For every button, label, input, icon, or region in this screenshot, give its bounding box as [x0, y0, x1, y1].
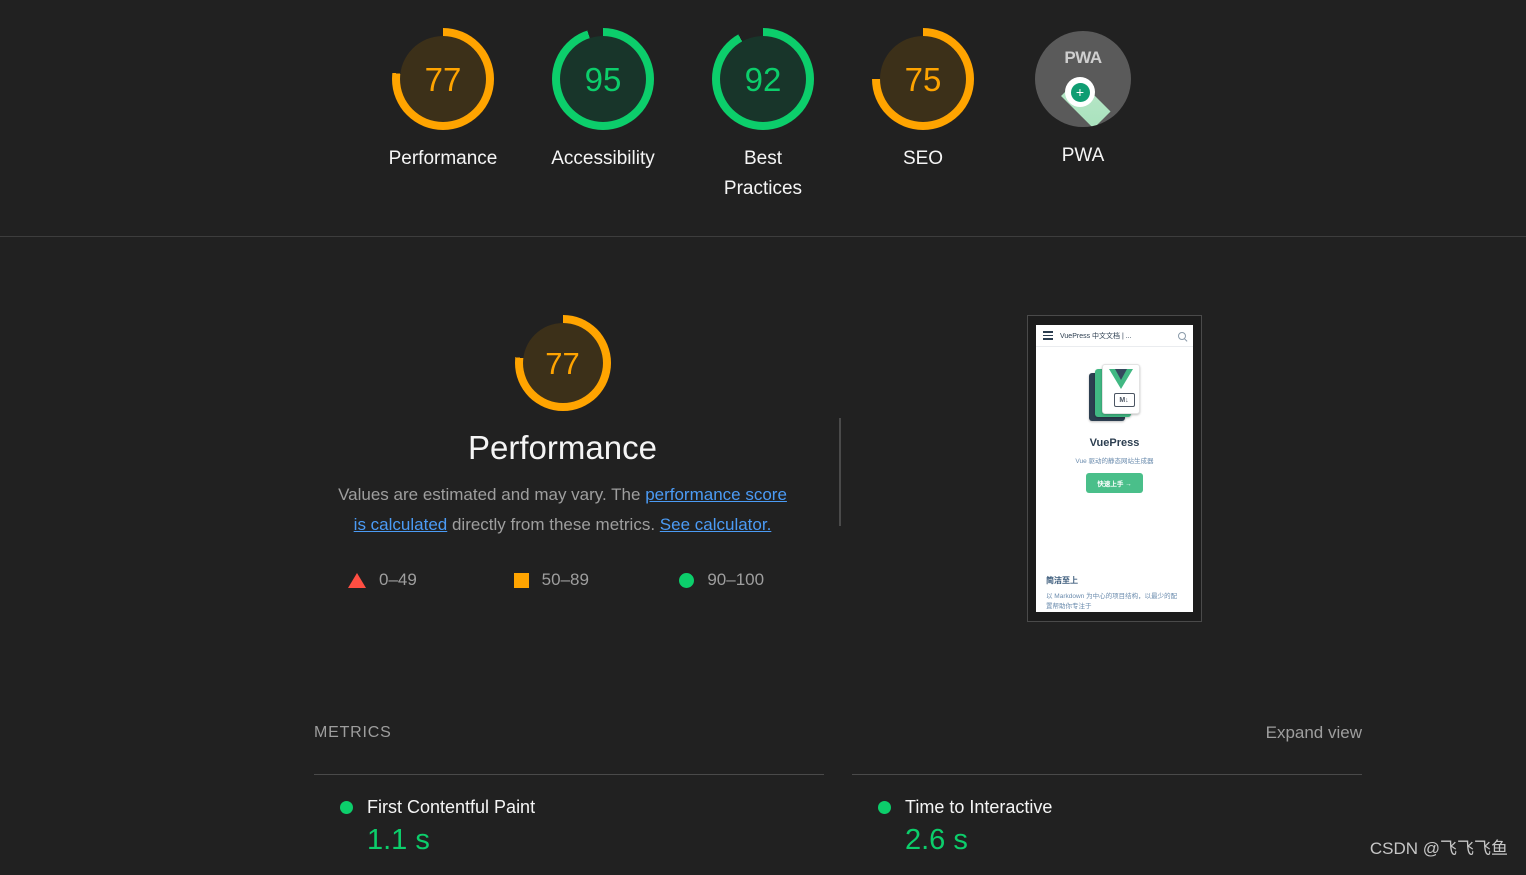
- markdown-badge-icon: M↓: [1113, 393, 1135, 407]
- metrics-grid: First Contentful Paint 1.1 s Time to Int…: [314, 774, 1362, 857]
- square-icon: [513, 572, 529, 588]
- score-legend: 0–49 50–89 90–100: [314, 570, 811, 590]
- thumbnail-page-render: VuePress 中文文档 | ... M↓ VuePress Vue 驱动的静…: [1036, 325, 1193, 612]
- page-thumbnail: VuePress 中文文档 | ... M↓ VuePress Vue 驱动的静…: [1027, 315, 1202, 622]
- gauge-icon: 77: [392, 28, 494, 130]
- score-label: Performance: [388, 148, 498, 169]
- metric-item-tti[interactable]: Time to Interactive 2.6 s: [852, 774, 1362, 857]
- metric-label: First Contentful Paint: [367, 797, 536, 817]
- metric-label: Time to Interactive: [905, 797, 1053, 817]
- performance-description: Values are estimated and may vary. The p…: [314, 480, 811, 540]
- score-label: Best Practices: [723, 148, 803, 200]
- score-label: PWA: [1061, 145, 1105, 166]
- main-content: 77 Performance Values are estimated and …: [0, 237, 1526, 874]
- pwa-plus-circle: +: [1065, 77, 1095, 107]
- score-item-seo[interactable]: 75 SEO: [869, 28, 977, 174]
- metric-value: 1.1 s: [367, 824, 430, 856]
- score-value: 92: [744, 60, 782, 98]
- legend-item-fail: 0–49: [314, 570, 480, 590]
- expand-view-button[interactable]: Expand view: [1266, 723, 1362, 743]
- thumbnail-tagline: Vue 驱动的静态网站生成器: [1075, 458, 1154, 465]
- circle-icon: [679, 572, 695, 588]
- thumbnail-hero: M↓ VuePress Vue 驱动的静态网站生成器 快速上手 →: [1036, 347, 1193, 566]
- performance-score-value: 77: [545, 345, 580, 381]
- thumbnail-feature: 简洁至上 以 Markdown 为中心的项目结构，以最少的配置帮助你专注于: [1036, 566, 1193, 612]
- plus-icon: +: [1070, 82, 1090, 102]
- csdn-watermark: CSDN @飞飞飞鱼: [1369, 839, 1508, 858]
- metrics-section: METRICS Expand view First Contentful Pai…: [314, 723, 1362, 857]
- vue-logo-inner: [1114, 369, 1127, 380]
- legend-label: 50–89: [541, 570, 589, 589]
- score-item-best-practices[interactable]: 92 Best Practices: [709, 28, 817, 205]
- hamburger-menu-icon: [1043, 331, 1053, 340]
- page-title: Performance: [468, 429, 657, 466]
- metrics-header: METRICS Expand view: [314, 723, 1362, 743]
- performance-category-block: 77 Performance Values are estimated and …: [314, 315, 811, 590]
- description-text-2: directly from these metrics.: [447, 515, 660, 534]
- gauge-icon: 95: [552, 28, 654, 130]
- status-circle-icon: [340, 801, 353, 814]
- legend-label: 0–49: [379, 570, 417, 589]
- legend-label: 90–100: [707, 570, 765, 589]
- score-label: Accessibility: [551, 148, 655, 169]
- score-item-pwa[interactable]: PWA + PWA: [1029, 28, 1137, 171]
- legend-item-average: 50–89: [480, 570, 646, 590]
- gauge-icon: 92: [712, 28, 814, 130]
- metrics-section-title: METRICS: [314, 724, 392, 741]
- thumbnail-feature-body: 以 Markdown 为中心的项目结构，以最少的配置帮助你专注于: [1046, 593, 1178, 610]
- score-item-accessibility[interactable]: 95 Accessibility: [549, 28, 657, 174]
- status-circle-icon: [878, 801, 891, 814]
- triangle-icon: [348, 572, 366, 588]
- description-text-1: Values are estimated and may vary. The: [338, 485, 646, 504]
- thumbnail-feature-heading: 简洁至上: [1046, 576, 1078, 585]
- metric-value: 2.6 s: [905, 824, 968, 856]
- performance-gauge-icon: 77: [514, 315, 611, 411]
- see-calculator-link[interactable]: See calculator.: [660, 515, 772, 534]
- thumbnail-site-header: VuePress 中文文档 | ...: [1036, 325, 1193, 347]
- score-label: SEO: [902, 148, 944, 169]
- metric-row: First Contentful Paint: [314, 797, 824, 818]
- score-value: 77: [424, 60, 462, 98]
- pwa-badge-icon: PWA +: [1035, 31, 1131, 127]
- score-item-performance[interactable]: 77 Performance: [389, 28, 497, 174]
- vuepress-logo-icon: M↓: [1081, 360, 1149, 428]
- vertical-divider: [839, 418, 841, 526]
- metric-row: Time to Interactive: [852, 797, 1362, 818]
- legend-item-pass: 90–100: [645, 570, 811, 590]
- thumbnail-hero-name: VuePress: [1089, 437, 1140, 449]
- pwa-badge-label: PWA: [1064, 48, 1102, 67]
- search-icon: [1178, 331, 1186, 340]
- thumbnail-site-title: VuePress 中文文档 | ...: [1060, 332, 1132, 340]
- score-value: 75: [904, 60, 942, 98]
- thumbnail-cta-button: 快速上手 →: [1086, 473, 1143, 493]
- score-value: 95: [584, 60, 622, 98]
- metric-item-fcp[interactable]: First Contentful Paint 1.1 s: [314, 774, 824, 857]
- gauge-icon: 75: [872, 28, 974, 130]
- score-summary-strip: 77 Performance 95 Accessibility 92 Best …: [0, 0, 1526, 237]
